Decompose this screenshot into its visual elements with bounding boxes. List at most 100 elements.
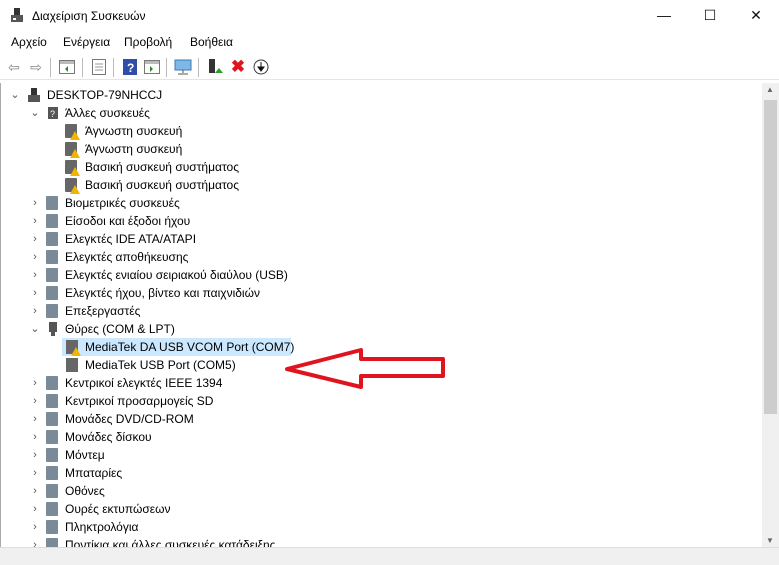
tree-category[interactable]: › Ουρές εκτυπώσεων <box>1 500 401 518</box>
minimize-button[interactable]: — <box>641 0 687 31</box>
tree-item-mediatek-usb-port[interactable]: MediaTek USB Port (COM5) <box>62 356 291 374</box>
svg-text:?: ? <box>127 61 134 75</box>
action-pane-icon[interactable] <box>143 58 161 76</box>
window-title: Διαχείριση Συσκευών <box>32 9 146 23</box>
properties-icon[interactable] <box>90 58 108 76</box>
tree-category[interactable]: › Ελεγκτές αποθήκευσης <box>1 248 401 266</box>
toolbar-separator <box>113 58 114 77</box>
chevron-right-icon[interactable]: › <box>29 374 41 392</box>
device-category-icon <box>46 196 58 210</box>
scan-hardware-icon[interactable] <box>174 58 192 76</box>
tree-category[interactable]: › Μπαταρίες <box>1 464 401 482</box>
chevron-right-icon[interactable]: › <box>29 410 41 428</box>
unknown-device-warning-icon <box>65 160 80 176</box>
back-icon[interactable]: ⇦ <box>5 58 23 76</box>
tree-item[interactable]: Βασική συσκευή συστήματος <box>1 158 401 176</box>
device-category-icon <box>46 538 58 547</box>
tree-category[interactable]: › Πληκτρολόγια <box>1 518 401 536</box>
tree-label: Βασική συσκευή συστήματος <box>85 178 239 192</box>
tree-item[interactable]: Βασική συσκευή συστήματος <box>1 176 401 194</box>
tree-label: Κεντρικοί προσαρμογείς SD <box>65 394 214 408</box>
device-manager-icon <box>11 8 23 22</box>
chevron-right-icon[interactable]: › <box>29 194 41 212</box>
menu-action[interactable]: Ενέργεια <box>63 35 110 49</box>
menu-bar: Αρχείο Ενέργεια Προβολή Βοήθεια <box>0 33 779 53</box>
vertical-scrollbar[interactable]: ▲ ▼ <box>762 83 779 547</box>
tree-item[interactable]: Άγνωστη συσκευή <box>1 122 401 140</box>
device-category-icon <box>46 430 58 444</box>
device-category-icon <box>46 232 58 246</box>
tree-label: Βασική συσκευή συστήματος <box>85 160 239 174</box>
chevron-right-icon[interactable]: › <box>29 392 41 410</box>
title-bar: Διαχείριση Συσκευών — ☐ ✕ <box>0 0 779 31</box>
tree-label: Μονάδες DVD/CD-ROM <box>65 412 194 426</box>
tree-category[interactable]: › Μονάδες DVD/CD-ROM <box>1 410 401 428</box>
chevron-right-icon[interactable]: › <box>29 212 41 230</box>
tree-label: Μπαταρίες <box>65 466 123 480</box>
chevron-right-icon[interactable]: › <box>29 248 41 266</box>
scrollbar-thumb[interactable] <box>764 100 777 414</box>
chevron-right-icon[interactable]: › <box>29 500 41 518</box>
toolbar: ⇦ ⇨ ? ✖ <box>0 54 779 80</box>
tree-label: Κεντρικοί ελεγκτές IEEE 1394 <box>65 376 223 390</box>
chevron-right-icon[interactable]: › <box>29 464 41 482</box>
unknown-device-warning-icon <box>65 124 80 140</box>
tree-category-ports[interactable]: ⌄ Θύρες (COM & LPT) <box>1 320 301 338</box>
tree-label: Μονάδες δίσκου <box>65 430 152 444</box>
tree-category[interactable]: › Ελεγκτές ενιαίου σειριακού διαύλου (USB… <box>1 266 401 284</box>
tree-category[interactable]: › Ποντίκια και άλλες συσκευές κατάδειξης <box>1 536 401 547</box>
forward-icon[interactable]: ⇨ <box>27 58 45 76</box>
chevron-right-icon[interactable]: › <box>29 284 41 302</box>
uninstall-icon[interactable]: ✖ <box>229 57 247 76</box>
chevron-right-icon[interactable]: › <box>29 518 41 536</box>
chevron-right-icon[interactable]: › <box>29 482 41 500</box>
chevron-down-icon[interactable]: ⌄ <box>9 86 21 104</box>
tree-root[interactable]: ⌄ DESKTOP-79NHCCJ <box>1 86 301 104</box>
help-icon[interactable]: ? <box>121 58 139 76</box>
device-category-icon <box>46 394 58 408</box>
chevron-down-icon[interactable]: ⌄ <box>29 320 41 338</box>
device-category-icon <box>46 268 58 282</box>
status-bar <box>0 547 779 565</box>
tree-label: Άγνωστη συσκευή <box>85 124 183 138</box>
menu-view[interactable]: Προβολή <box>124 35 172 49</box>
menu-help[interactable]: Βοήθεια <box>190 35 233 49</box>
tree-category-other-devices[interactable]: ⌄ ? Άλλες συσκευές <box>1 104 301 122</box>
device-category-icon <box>46 412 58 426</box>
chevron-right-icon[interactable]: › <box>29 230 41 248</box>
device-tree[interactable]: ⌄ DESKTOP-79NHCCJ ⌄ ? Άλλες συσκευές Άγν… <box>0 83 762 547</box>
tree-category[interactable]: › Μόντεμ <box>1 446 401 464</box>
tree-label: MediaTek USB Port (COM5) <box>85 358 236 372</box>
show-hide-console-tree-icon[interactable] <box>58 58 76 76</box>
maximize-button[interactable]: ☐ <box>687 0 733 31</box>
chevron-down-icon[interactable]: ⌄ <box>29 104 41 122</box>
device-category-icon <box>46 250 58 264</box>
device-category-icon <box>46 448 58 462</box>
tree-category[interactable]: › Ελεγκτές IDE ATA/ATAPI <box>1 230 401 248</box>
tree-category[interactable]: › Μονάδες δίσκου <box>1 428 401 446</box>
chevron-right-icon[interactable]: › <box>29 428 41 446</box>
disable-device-icon[interactable] <box>252 58 270 76</box>
tree-item-mediatek-da-usb-vcom[interactable]: MediaTek DA USB VCOM Port (COM7) <box>62 338 294 356</box>
tree-category[interactable]: › Επεξεργαστές <box>1 302 401 320</box>
scroll-down-icon[interactable]: ▼ <box>766 536 774 545</box>
tree-item[interactable]: Άγνωστη συσκευή <box>1 140 401 158</box>
update-driver-icon[interactable] <box>206 58 224 76</box>
tree-category[interactable]: › Βιομετρικές συσκευές <box>1 194 401 212</box>
device-category-icon <box>46 214 58 228</box>
chevron-right-icon[interactable]: › <box>29 536 41 547</box>
tree-category[interactable]: › Ελεγκτές ήχου, βίντεο και παιχνιδιών <box>1 284 401 302</box>
chevron-right-icon[interactable]: › <box>29 266 41 284</box>
device-category-icon <box>46 484 58 498</box>
chevron-right-icon[interactable]: › <box>29 446 41 464</box>
close-button[interactable]: ✕ <box>733 0 779 31</box>
tree-category[interactable]: › Κεντρικοί προσαρμογείς SD <box>1 392 401 410</box>
tree-category[interactable]: › Οθόνες <box>1 482 401 500</box>
scroll-up-icon[interactable]: ▲ <box>766 85 774 94</box>
toolbar-separator <box>166 58 167 77</box>
tree-category[interactable]: › Είσοδοι και έξοδοι ήχου <box>1 212 401 230</box>
menu-file[interactable]: Αρχείο <box>11 35 47 49</box>
tree-label: Επεξεργαστές <box>65 304 141 318</box>
chevron-right-icon[interactable]: › <box>29 302 41 320</box>
tree-label: Άλλες συσκευές <box>65 106 150 120</box>
